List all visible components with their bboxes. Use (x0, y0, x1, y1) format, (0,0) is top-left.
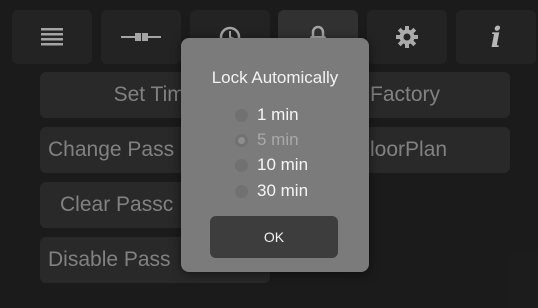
option-1-min[interactable]: 1 min (235, 104, 299, 126)
dialog-title: Lock Automically (211, 68, 339, 87)
ok-button[interactable]: OK (210, 216, 338, 258)
radio-button-selected[interactable] (235, 133, 248, 147)
radio-button[interactable] (235, 158, 248, 172)
option-30-min[interactable]: 30 min (235, 180, 308, 202)
lock-automatically-dialog: Lock Automically 1 min 5 min 10 min 30 m… (181, 38, 369, 272)
radio-button[interactable] (235, 108, 248, 122)
option-label: 1 min (257, 105, 299, 124)
option-label: 30 min (257, 181, 309, 200)
ok-label: OK (263, 229, 285, 245)
option-label: 10 min (257, 155, 309, 174)
settings-screen: i Set Time Factory Change Pass loorPlan … (0, 0, 538, 308)
option-10-min[interactable]: 10 min (235, 154, 308, 176)
option-5-min[interactable]: 5 min (235, 129, 299, 151)
radio-button[interactable] (235, 184, 248, 198)
option-label: 5 min (257, 130, 299, 149)
